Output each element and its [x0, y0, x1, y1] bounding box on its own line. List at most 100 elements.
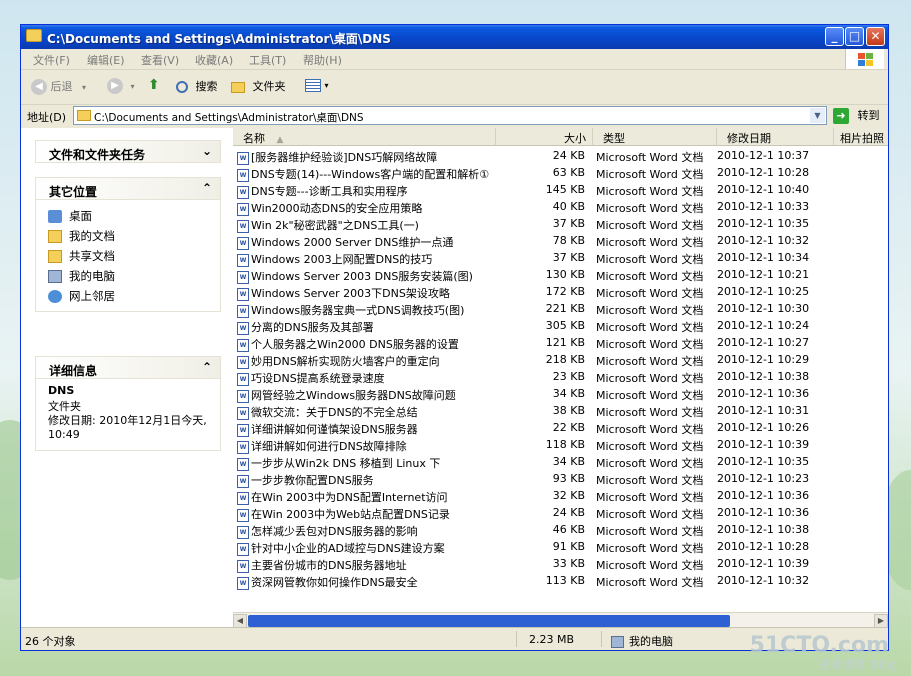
file-row[interactable]: W Windows服务器宝典一式DNS调教技巧(图) 221 KB Microsoft…	[233, 300, 888, 318]
menu-help[interactable]: 帮助(H)	[303, 52, 342, 68]
other-places-body: 桌面 我的文档 共享文档 我的电脑 网上邻居	[35, 200, 221, 312]
file-row[interactable]: W 网管经验之Windows服务器DNS故障问题 34 KB Microsoft Wo…	[233, 385, 888, 403]
title-bar[interactable]: C:\Documents and Settings\Administrator\…	[21, 25, 888, 49]
file-row[interactable]: W 详细讲解如何进行DNS故障排除 118 KB Microsoft Word 文档 2…	[233, 436, 888, 454]
go-label: 转到	[857, 109, 880, 122]
file-row[interactable]: W 资深网管教你如何操作DNS最安全 113 KB Microsoft Word 文档…	[233, 572, 888, 590]
file-name-text: [服务器维护经验谈]DNS巧解网络故障	[251, 151, 438, 164]
word-document-icon: W	[237, 202, 249, 216]
folders-button[interactable]: 文件夹	[231, 78, 286, 94]
scroll-thumb[interactable]	[248, 615, 730, 627]
file-row[interactable]: W DNS专题(14)---Windows客户端的配置和解析① 63 KB Micro…	[233, 164, 888, 182]
file-row[interactable]: W 分离的DNS服务及其部署 305 KB Microsoft Word 文档 2010…	[233, 317, 888, 335]
details-header[interactable]: 详细信息 ⌃	[35, 356, 221, 379]
column-name[interactable]: 名称 ▲	[233, 128, 496, 146]
maximize-button[interactable]: □	[845, 27, 864, 46]
file-row[interactable]: W 一步步从Win2k DNS 移植到 Linux 下 34 KB Microsoft…	[233, 453, 888, 471]
file-row[interactable]: W 怎样减少丢包对DNS服务器的影响 46 KB Microsoft Word 文档 2…	[233, 521, 888, 539]
minimize-button[interactable]: _	[825, 27, 844, 46]
file-row[interactable]: W Windows Server 2003 DNS服务安装篇(图) 130 KB Mi…	[233, 266, 888, 284]
up-folder-button[interactable]: ⬆	[148, 78, 163, 93]
file-name: W 巧设DNS提高系统登录速度	[237, 370, 489, 386]
address-field[interactable]: C:\Documents and Settings\Administrator\…	[73, 106, 827, 125]
column-modified[interactable]: 修改日期	[717, 128, 834, 146]
object-count: 26 个对象	[25, 635, 76, 648]
menu-favorites[interactable]: 收藏(A)	[195, 52, 233, 68]
column-size[interactable]: 大小	[496, 128, 593, 146]
place-network[interactable]: 网上邻居	[48, 288, 115, 304]
file-type: Microsoft Word 文档	[596, 355, 704, 368]
place-my-documents[interactable]: 我的文档	[48, 228, 115, 244]
file-name: W 一步步从Win2k DNS 移植到 Linux 下	[237, 455, 489, 471]
word-document-icon: W	[237, 321, 249, 335]
word-document-icon: W	[237, 457, 249, 471]
chevron-up-icon[interactable]: ⌃	[202, 181, 212, 195]
file-row[interactable]: W 个人服务器之Win2000 DNS服务器的设置 121 KB Microsoft …	[233, 334, 888, 352]
back-button[interactable]: ◀ 后退 ▾	[31, 78, 86, 95]
file-row[interactable]: W 巧设DNS提高系统登录速度 23 KB Microsoft Word 文档 2010…	[233, 368, 888, 386]
file-name-text: 微软交流：关于DNS的不完全总结	[251, 406, 418, 419]
file-name-text: 一步步从Win2k DNS 移植到 Linux 下	[251, 457, 441, 470]
file-row[interactable]: W Win2000动态DNS的安全应用策略 40 KB Microsoft Word …	[233, 198, 888, 216]
file-row[interactable]: W [服务器维护经验谈]DNS巧解网络故障 24 KB Microsoft Word …	[233, 147, 888, 165]
file-modified: 2010-12-1 10:35	[717, 217, 810, 230]
file-row[interactable]: W 在Win 2003中为DNS配置Internet访问 32 KB Microsof…	[233, 487, 888, 505]
forward-button[interactable]: ▶ ▾	[107, 78, 135, 94]
menu-edit[interactable]: 编辑(E)	[87, 52, 125, 68]
menu-file[interactable]: 文件(F)	[33, 52, 70, 68]
file-name: W 详细讲解如何谨慎架设DNS服务器	[237, 421, 489, 437]
go-button[interactable]: ➜ 转到	[833, 107, 880, 124]
file-row[interactable]: W 微软交流：关于DNS的不完全总结 38 KB Microsoft Word 文档 2…	[233, 402, 888, 420]
file-type: Microsoft Word 文档	[596, 508, 704, 521]
file-name: W Win2000动态DNS的安全应用策略	[237, 200, 489, 216]
file-modified: 2010-12-1 10:26	[717, 421, 810, 434]
address-dropdown-icon[interactable]: ▼	[810, 108, 825, 123]
file-row[interactable]: W 一步步教你配置DNS服务 93 KB Microsoft Word 文档 2010-…	[233, 470, 888, 488]
word-document-icon: W	[237, 338, 249, 352]
status-location-label: 我的电脑	[629, 635, 673, 648]
file-type: Microsoft Word 文档	[596, 287, 704, 300]
file-type: Microsoft Word 文档	[596, 270, 704, 283]
file-row[interactable]: W 主要省份城市的DNS服务器地址 33 KB Microsoft Word 文档 20…	[233, 555, 888, 573]
word-document-icon: W	[237, 525, 249, 539]
word-document-icon: W	[237, 440, 249, 454]
place-desktop[interactable]: 桌面	[48, 208, 92, 224]
menu-tools[interactable]: 工具(T)	[249, 52, 286, 68]
file-name-text: Windows 2000 Server DNS维护一点通	[251, 236, 454, 249]
file-row[interactable]: W Windows 2000 Server DNS维护一点通 78 KB Micros…	[233, 232, 888, 250]
file-size: 37 KB	[552, 217, 585, 230]
scroll-right-icon[interactable]: ▶	[874, 614, 888, 628]
chevron-up-icon[interactable]: ⌃	[202, 360, 212, 374]
column-type[interactable]: 类型	[593, 128, 717, 146]
file-row[interactable]: W Windows 2003上网配置DNS的技巧 37 KB Microsoft Wo…	[233, 249, 888, 267]
file-row[interactable]: W Windows Server 2003下DNS架设攻略 172 KB Micros…	[233, 283, 888, 301]
file-row[interactable]: W 妙用DNS解析实现防火墙客户的重定向 218 KB Microsoft Word …	[233, 351, 888, 369]
file-row[interactable]: W DNS专题---诊断工具和实用程序 145 KB Microsoft Word 文…	[233, 181, 888, 199]
file-tasks-header[interactable]: 文件和文件夹任务 ⌄	[35, 140, 221, 163]
file-row[interactable]: W 针对中小企业的AD域控与DNS建设方案 91 KB Microsoft Word …	[233, 538, 888, 556]
chevron-down-icon[interactable]: ⌄	[202, 144, 212, 158]
file-type: Microsoft Word 文档	[596, 389, 704, 402]
place-shared-documents[interactable]: 共享文档	[48, 248, 115, 264]
column-photo-taken[interactable]: 相片拍照	[834, 128, 888, 146]
other-places-header[interactable]: 其它位置 ⌃	[35, 177, 221, 200]
place-label: 桌面	[69, 209, 92, 223]
place-my-computer[interactable]: 我的电脑	[48, 268, 115, 284]
word-document-icon: W	[237, 508, 249, 522]
menu-bar: 文件(F) 编辑(E) 查看(V) 收藏(A) 工具(T) 帮助(H)	[21, 49, 888, 70]
file-size: 32 KB	[552, 489, 585, 502]
close-button[interactable]: ✕	[866, 27, 885, 46]
file-row[interactable]: W Win 2k"秘密武器"之DNS工具(一) 37 KB Microsoft Wor…	[233, 215, 888, 233]
file-name-text: 分离的DNS服务及其部署	[251, 321, 374, 334]
file-name-text: Windows服务器宝典一式DNS调教技巧(图)	[251, 304, 465, 317]
word-document-icon: W	[237, 491, 249, 505]
forward-arrow-icon: ▶	[107, 78, 123, 94]
address-label: 地址(D)	[27, 111, 67, 124]
views-button[interactable]: ▾	[305, 78, 329, 92]
menu-view[interactable]: 查看(V)	[141, 52, 179, 68]
file-row[interactable]: W 详细讲解如何谨慎架设DNS服务器 22 KB Microsoft Word 文档 2…	[233, 419, 888, 437]
file-row[interactable]: W 在Win 2003中为Web站点配置DNS记录 24 KB Microsoft W…	[233, 504, 888, 522]
file-name: W 网管经验之Windows服务器DNS故障问题	[237, 387, 489, 403]
search-button[interactable]: 搜索	[176, 78, 218, 94]
scroll-left-icon[interactable]: ◀	[233, 614, 247, 628]
